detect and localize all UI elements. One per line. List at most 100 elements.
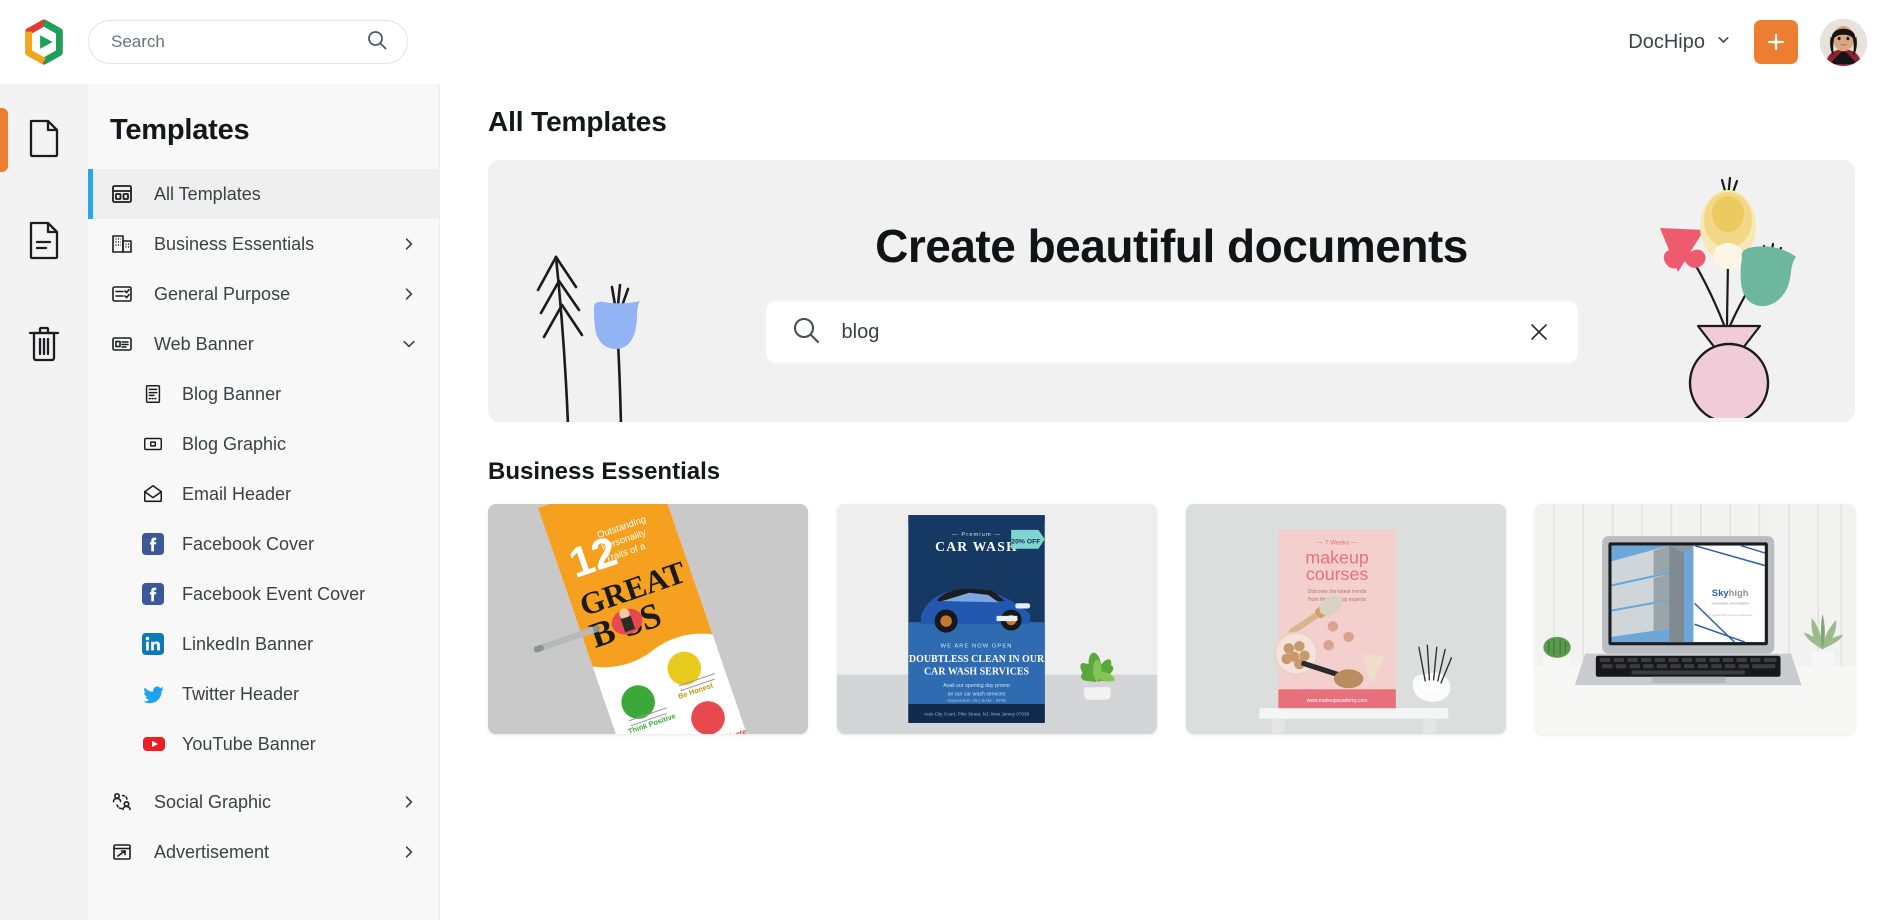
svg-text:courses: courses (1306, 564, 1369, 584)
sidebar-item-web-banner[interactable]: Web Banner (88, 319, 439, 369)
sidebar-item-social-graphic[interactable]: Social Graphic (88, 777, 439, 827)
sidebar-item-facebook-event-cover[interactable]: Facebook Event Cover (88, 569, 439, 619)
sidebar-item-youtube-banner[interactable]: YouTube Banner (88, 719, 439, 769)
chevron-right-icon (401, 286, 417, 302)
social-graphic-icon (110, 790, 140, 814)
rail-item-documents[interactable] (0, 102, 88, 178)
sidebar-item-label: Email Header (182, 483, 292, 504)
svg-text:real estate presentation: real estate presentation (1712, 601, 1749, 605)
hero-search-input[interactable] (841, 320, 1522, 344)
document-lines-icon (26, 220, 62, 265)
search-icon (790, 314, 822, 351)
sidebar-item-all-templates[interactable]: All Templates (88, 169, 439, 219)
main-content: All Templates Create beautiful documents… (440, 84, 1897, 920)
svg-text:WE ARE NOW OPEN: WE ARE NOW OPEN (941, 643, 1013, 649)
icon-rail (0, 84, 88, 920)
sidebar-item-label: Blog Banner (182, 383, 282, 404)
email-icon (142, 483, 170, 505)
sidebar-item-advertisement[interactable]: Advertisement (88, 827, 439, 877)
hero-banner: Create beautiful documents (488, 160, 1855, 422)
workspace-name: DocHipo (1628, 30, 1705, 53)
template-card-grid: 12 Outstanding Personality Traits of a G… (488, 504, 1855, 734)
advertisement-icon (110, 840, 140, 864)
workspace-selector[interactable]: DocHipo (1628, 31, 1732, 54)
svg-text:Auto City Court, Pike Street,: Auto City Court, Pike Street, NJ, New Je… (924, 712, 1030, 717)
sidebar-item-business-essentials[interactable]: Business Essentials (88, 219, 439, 269)
dochipo-logo-icon (21, 19, 67, 65)
youtube-icon (142, 732, 170, 756)
templates-nav-panel: Templates All Templates Business Essenti… (88, 84, 440, 920)
svg-text:CAR WASH SERVICES: CAR WASH SERVICES (924, 667, 1030, 678)
sidebar-item-label: Twitter Header (182, 683, 300, 704)
svg-text:www.makeupacademy.com: www.makeupacademy.com (1307, 698, 1368, 704)
chevron-down-icon (1715, 31, 1732, 54)
plus-icon (1764, 30, 1788, 54)
facebook-icon (142, 533, 170, 555)
svg-text:on our car wash services: on our car wash services (948, 692, 1006, 698)
sidebar-item-label: General Purpose (154, 283, 291, 304)
template-card[interactable]: 12 Outstanding Personality Traits of a G… (488, 504, 808, 734)
sidebar-item-facebook-cover[interactable]: Facebook Cover (88, 519, 439, 569)
linkedin-icon (142, 633, 170, 655)
sidebar-item-label: LinkedIn Banner (182, 633, 314, 654)
search-icon (365, 28, 389, 57)
search-input[interactable] (111, 32, 365, 52)
twitter-icon (142, 683, 170, 706)
document-blank-icon (26, 118, 62, 163)
close-icon[interactable] (1522, 315, 1556, 349)
svg-text:Discover the latest trends: Discover the latest trends (1308, 589, 1367, 595)
sidebar-item-label: Social Graphic (154, 791, 272, 812)
top-bar: DocHipo (0, 0, 1897, 84)
sidebar-item-label: Business Essentials (154, 233, 315, 254)
create-new-button[interactable] (1754, 20, 1798, 64)
page-title: Templates (110, 114, 250, 146)
trash-icon (26, 322, 62, 367)
svg-text:20% OFF: 20% OFF (1011, 538, 1040, 545)
sidebar-item-blog-banner[interactable]: Blog Banner (88, 369, 439, 419)
chevron-down-icon (401, 336, 417, 352)
sidebar-item-label: Advertisement (154, 841, 270, 862)
hero-heading: Create beautiful documents (875, 220, 1468, 272)
sidebar-item-label: Facebook Event Cover (182, 583, 366, 604)
sidebar-item-email-header[interactable]: Email Header (88, 469, 439, 519)
flower-vase-illustration (1642, 168, 1817, 422)
sidebar-item-label: YouTube Banner (182, 733, 316, 754)
template-card[interactable]: — 7 Weeks — makeup courses Discover the … (1186, 504, 1506, 734)
chevron-right-icon (401, 236, 417, 252)
logo-container[interactable] (0, 19, 88, 65)
avatar[interactable] (1820, 18, 1867, 66)
sidebar-item-label: Blog Graphic (182, 433, 287, 454)
sidebar-item-label: Facebook Cover (182, 533, 315, 554)
blog-graphic-icon (142, 433, 170, 455)
sidebar-item-linkedin-banner[interactable]: LinkedIn Banner (88, 619, 439, 669)
rail-item-my-documents[interactable] (0, 204, 88, 280)
hero-search-box[interactable] (765, 301, 1578, 363)
svg-text:An outstanding property showca: An outstanding property showcase (1708, 613, 1753, 617)
sidebar-item-label: All Templates (154, 183, 261, 204)
svg-text:CAR WASH: CAR WASH (935, 539, 1018, 554)
checklist-icon (110, 282, 140, 306)
chevron-right-icon (401, 794, 417, 810)
banner-icon (110, 332, 140, 356)
body-row: Templates All Templates Business Essenti… (0, 84, 1897, 920)
template-card[interactable]: — Premium — CAR WASH 20% OFF WE ARE NOW … (837, 504, 1157, 734)
svg-text:Skyhigh: Skyhigh (1712, 588, 1749, 599)
template-card[interactable]: Skyhigh real estate presentation An outs… (1535, 504, 1855, 734)
main-page-title: All Templates (488, 106, 667, 137)
svg-text:DOUBTLESS CLEAN IN OUR: DOUBTLESS CLEAN IN OUR (909, 654, 1045, 665)
svg-text:— Premium —: — Premium — (952, 532, 1001, 538)
building-icon (110, 232, 140, 256)
sidebar-item-twitter-header[interactable]: Twitter Header (88, 669, 439, 719)
sidebar-item-blog-graphic[interactable]: Blog Graphic (88, 419, 439, 469)
grid-layout-icon (110, 182, 140, 206)
flower-branch-illustration (516, 195, 666, 422)
svg-text:Avail our opening day promo: Avail our opening day promo (943, 683, 1010, 689)
section-title-business-essentials: Business Essentials (488, 458, 721, 485)
app-root: DocHipo (0, 0, 1897, 920)
sidebar-item-general-purpose[interactable]: General Purpose (88, 269, 439, 319)
chevron-right-icon (401, 844, 417, 860)
rail-item-trash[interactable] (0, 306, 88, 382)
global-search[interactable] (88, 20, 408, 64)
facebook-icon (142, 583, 170, 605)
svg-text:— 7 Weeks —: — 7 Weeks — (1317, 540, 1358, 547)
